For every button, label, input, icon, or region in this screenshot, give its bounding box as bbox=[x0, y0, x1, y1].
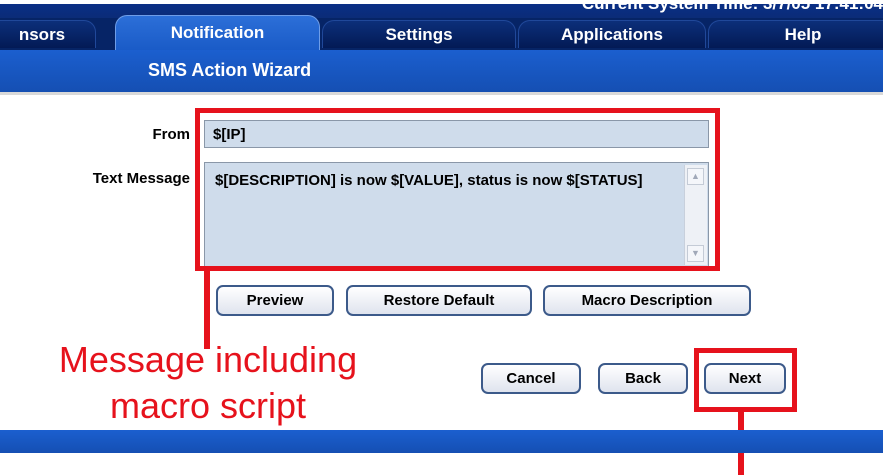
bottom-bar bbox=[0, 430, 883, 453]
wizard-title-bar: SMS Action Wizard bbox=[0, 50, 883, 95]
macro-description-button[interactable]: Macro Description bbox=[543, 285, 751, 316]
annotation-line-1: Message including bbox=[58, 339, 358, 380]
wizard-title: SMS Action Wizard bbox=[148, 60, 312, 80]
cancel-button[interactable]: Cancel bbox=[481, 363, 581, 394]
message-highlight-box bbox=[195, 108, 720, 271]
tab-settings[interactable]: Settings bbox=[322, 20, 516, 48]
tab-applications[interactable]: Applications bbox=[518, 20, 706, 48]
restore-default-button[interactable]: Restore Default bbox=[346, 285, 532, 316]
annotation-line-2: macro script bbox=[109, 385, 307, 426]
tab-notification[interactable]: Notification bbox=[115, 15, 320, 50]
tab-sensors[interactable]: nsors bbox=[0, 20, 96, 48]
back-button[interactable]: Back bbox=[598, 363, 688, 394]
tab-help[interactable]: Help bbox=[708, 20, 883, 48]
system-time: Current System Time: 3/7/05 17:41:04 bbox=[581, 0, 883, 13]
next-highlight-box bbox=[694, 348, 797, 412]
text-message-label: Text Message bbox=[92, 170, 190, 187]
preview-button[interactable]: Preview bbox=[216, 285, 334, 316]
from-label: From bbox=[152, 126, 191, 143]
